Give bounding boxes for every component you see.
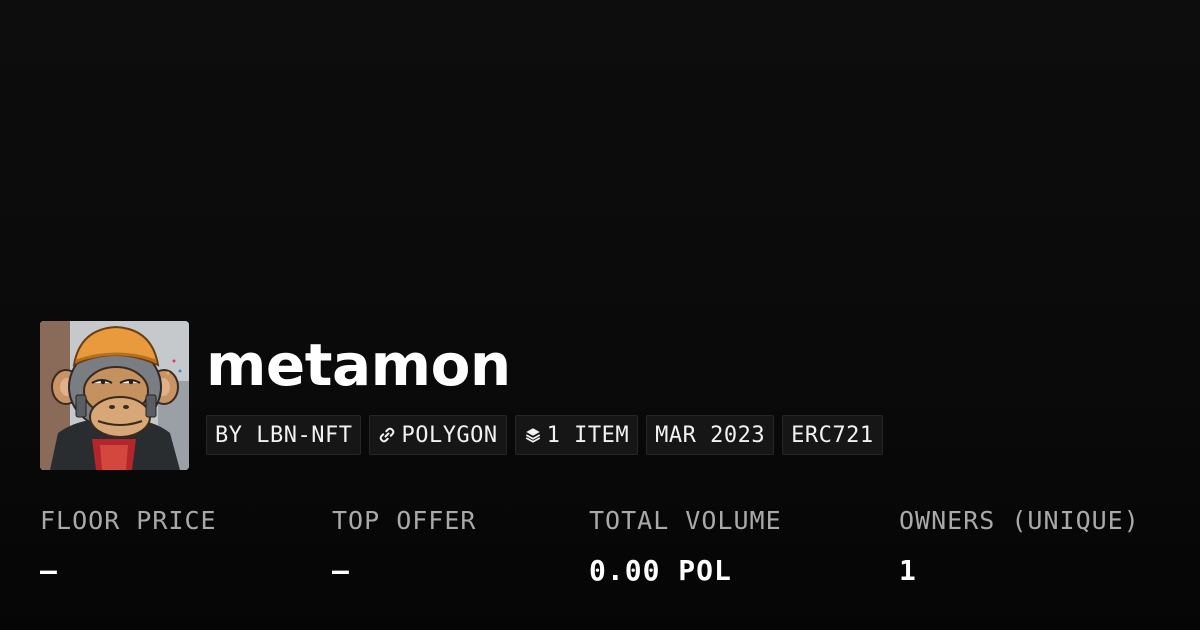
- floor-price-value: –: [40, 554, 58, 587]
- date-badge: MAR 2023: [646, 415, 775, 455]
- top-offer-label: TOP OFFER: [332, 506, 477, 535]
- floor-price-stat: FLOOR PRICE –: [40, 504, 217, 588]
- items-badge[interactable]: 1 ITEM: [514, 415, 639, 455]
- collection-title: metamon: [206, 331, 511, 399]
- collection-card: metamon BY LBN-NFT POLYGON 1 ITEM MAR 20…: [0, 0, 1200, 630]
- items-badge-label: 1 ITEM: [546, 422, 630, 448]
- creator-badge[interactable]: BY LBN-NFT: [206, 415, 362, 455]
- top-offer-value: –: [332, 554, 350, 587]
- total-volume-value: 0.00 POL: [589, 554, 732, 587]
- total-volume-label: TOTAL VOLUME: [589, 506, 782, 535]
- link-icon: [380, 427, 395, 443]
- date-badge-label: MAR 2023: [655, 422, 766, 448]
- creator-badge-label: BY LBN-NFT: [215, 422, 353, 448]
- standard-badge: ERC721: [782, 415, 883, 455]
- top-offer-stat: TOP OFFER –: [332, 504, 476, 588]
- total-volume-stat: TOTAL VOLUME 0.00 POL: [589, 504, 782, 588]
- chain-badge[interactable]: POLYGON: [369, 415, 507, 455]
- ape-avatar-image: [40, 321, 189, 470]
- owners-stat: OWNERS (UNIQUE) 1: [899, 504, 1140, 588]
- owners-value: 1: [899, 554, 917, 587]
- layers-icon: [525, 428, 540, 443]
- standard-badge-label: ERC721: [791, 422, 874, 448]
- chain-badge-label: POLYGON: [401, 422, 498, 448]
- owners-label: OWNERS (UNIQUE): [899, 506, 1140, 535]
- floor-price-label: FLOOR PRICE: [40, 506, 217, 535]
- badge-row: BY LBN-NFT POLYGON 1 ITEM MAR 2023 ERC72…: [206, 415, 883, 455]
- collection-avatar: [40, 321, 189, 470]
